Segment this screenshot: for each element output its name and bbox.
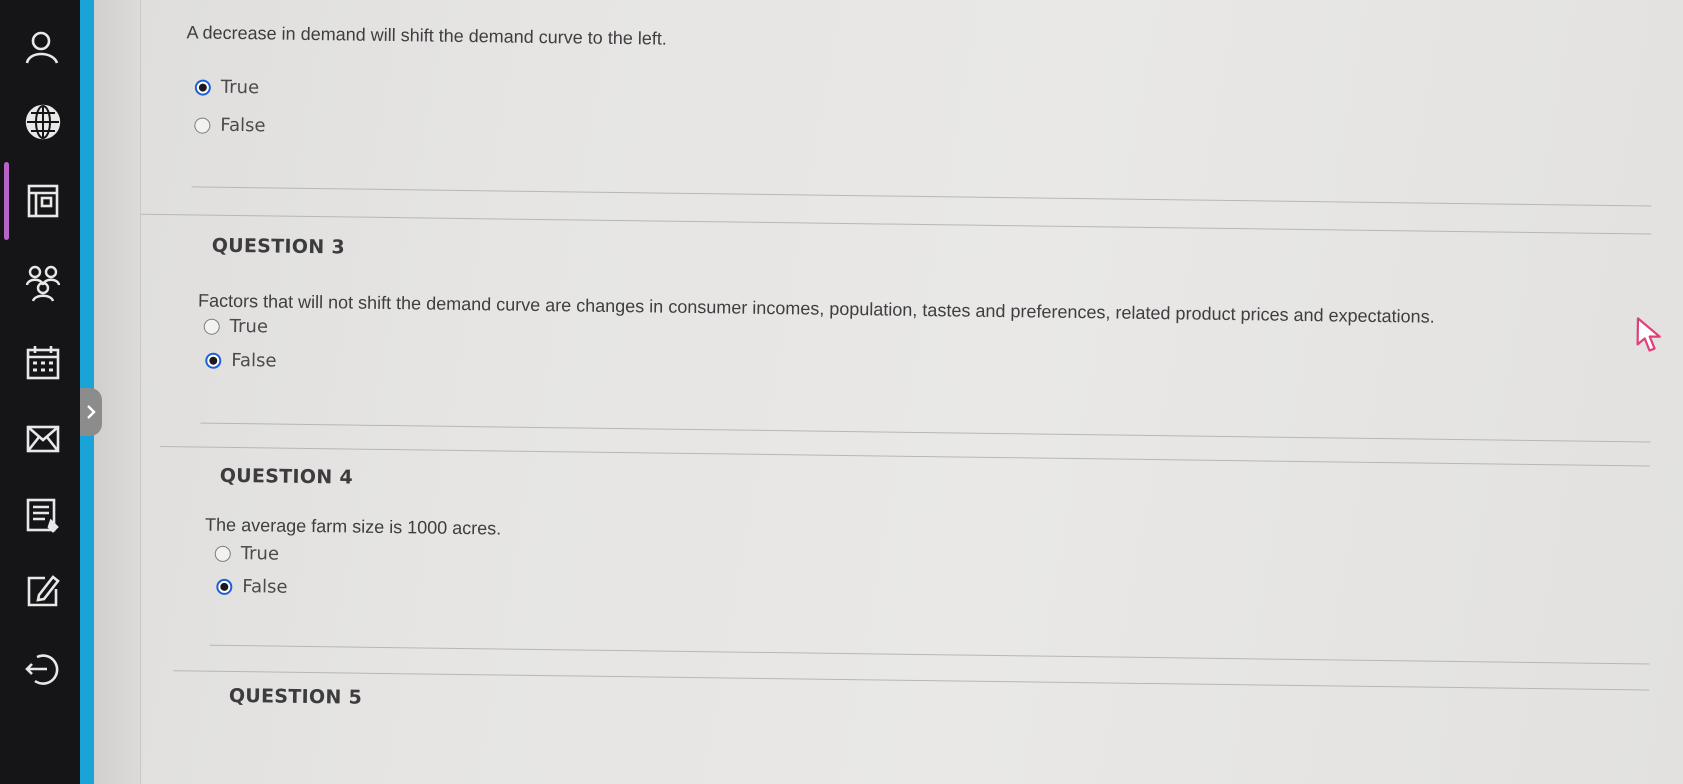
question-4-option-true[interactable]: True bbox=[214, 543, 280, 565]
question-3-option-true[interactable]: True bbox=[203, 315, 269, 338]
question-4-option-false[interactable]: False bbox=[216, 576, 288, 598]
question-4-text: The average farm size is 1000 acres. bbox=[205, 514, 502, 539]
divider bbox=[160, 446, 1651, 467]
collapse-nav-button[interactable] bbox=[80, 388, 102, 436]
chevron-right-icon bbox=[87, 405, 96, 419]
question-2-option-true[interactable]: True bbox=[194, 76, 260, 99]
globe-icon[interactable] bbox=[18, 97, 68, 147]
divider bbox=[200, 422, 1651, 443]
groups-icon[interactable] bbox=[18, 258, 68, 308]
option-label: True bbox=[240, 543, 280, 565]
calendar-icon[interactable] bbox=[18, 338, 68, 388]
radio-button[interactable] bbox=[214, 545, 231, 562]
user-icon[interactable] bbox=[18, 22, 68, 72]
active-nav-indicator bbox=[4, 162, 9, 240]
question-4-heading: QUESTION 4 bbox=[219, 464, 354, 489]
left-nav bbox=[0, 0, 80, 784]
question-3-text: Factors that will not shift the demand c… bbox=[197, 290, 1435, 327]
radio-button[interactable] bbox=[205, 352, 222, 369]
question-2-text: A decrease in demand will shift the dema… bbox=[186, 22, 667, 49]
option-label: True bbox=[220, 76, 260, 99]
sign-out-icon[interactable] bbox=[18, 644, 68, 694]
radio-button[interactable] bbox=[194, 116, 211, 134]
option-label: False bbox=[231, 349, 277, 372]
radio-button[interactable] bbox=[194, 78, 211, 96]
question-5-heading: QUESTION 5 bbox=[228, 684, 363, 709]
courses-icon[interactable] bbox=[18, 176, 68, 226]
mail-icon[interactable] bbox=[18, 414, 68, 464]
nav-shade bbox=[94, 0, 141, 784]
question-2-option-false[interactable]: False bbox=[194, 114, 266, 137]
quiz-content: A decrease in demand will shift the dema… bbox=[141, 0, 1661, 784]
mouse-cursor-icon bbox=[1636, 317, 1661, 352]
divider bbox=[173, 670, 1650, 691]
radio-button[interactable] bbox=[203, 318, 220, 335]
option-label: False bbox=[242, 576, 288, 598]
radio-button[interactable] bbox=[216, 578, 233, 595]
screen: A decrease in demand will shift the dema… bbox=[0, 0, 1683, 784]
edit-icon[interactable] bbox=[18, 566, 68, 616]
option-label: False bbox=[220, 114, 266, 137]
divider bbox=[191, 186, 1652, 207]
question-3-option-false[interactable]: False bbox=[205, 349, 277, 372]
option-label: True bbox=[229, 315, 269, 338]
divider bbox=[141, 213, 1652, 235]
divider bbox=[209, 644, 1650, 665]
grades-icon[interactable] bbox=[18, 490, 68, 540]
question-3-heading: QUESTION 3 bbox=[211, 234, 346, 259]
